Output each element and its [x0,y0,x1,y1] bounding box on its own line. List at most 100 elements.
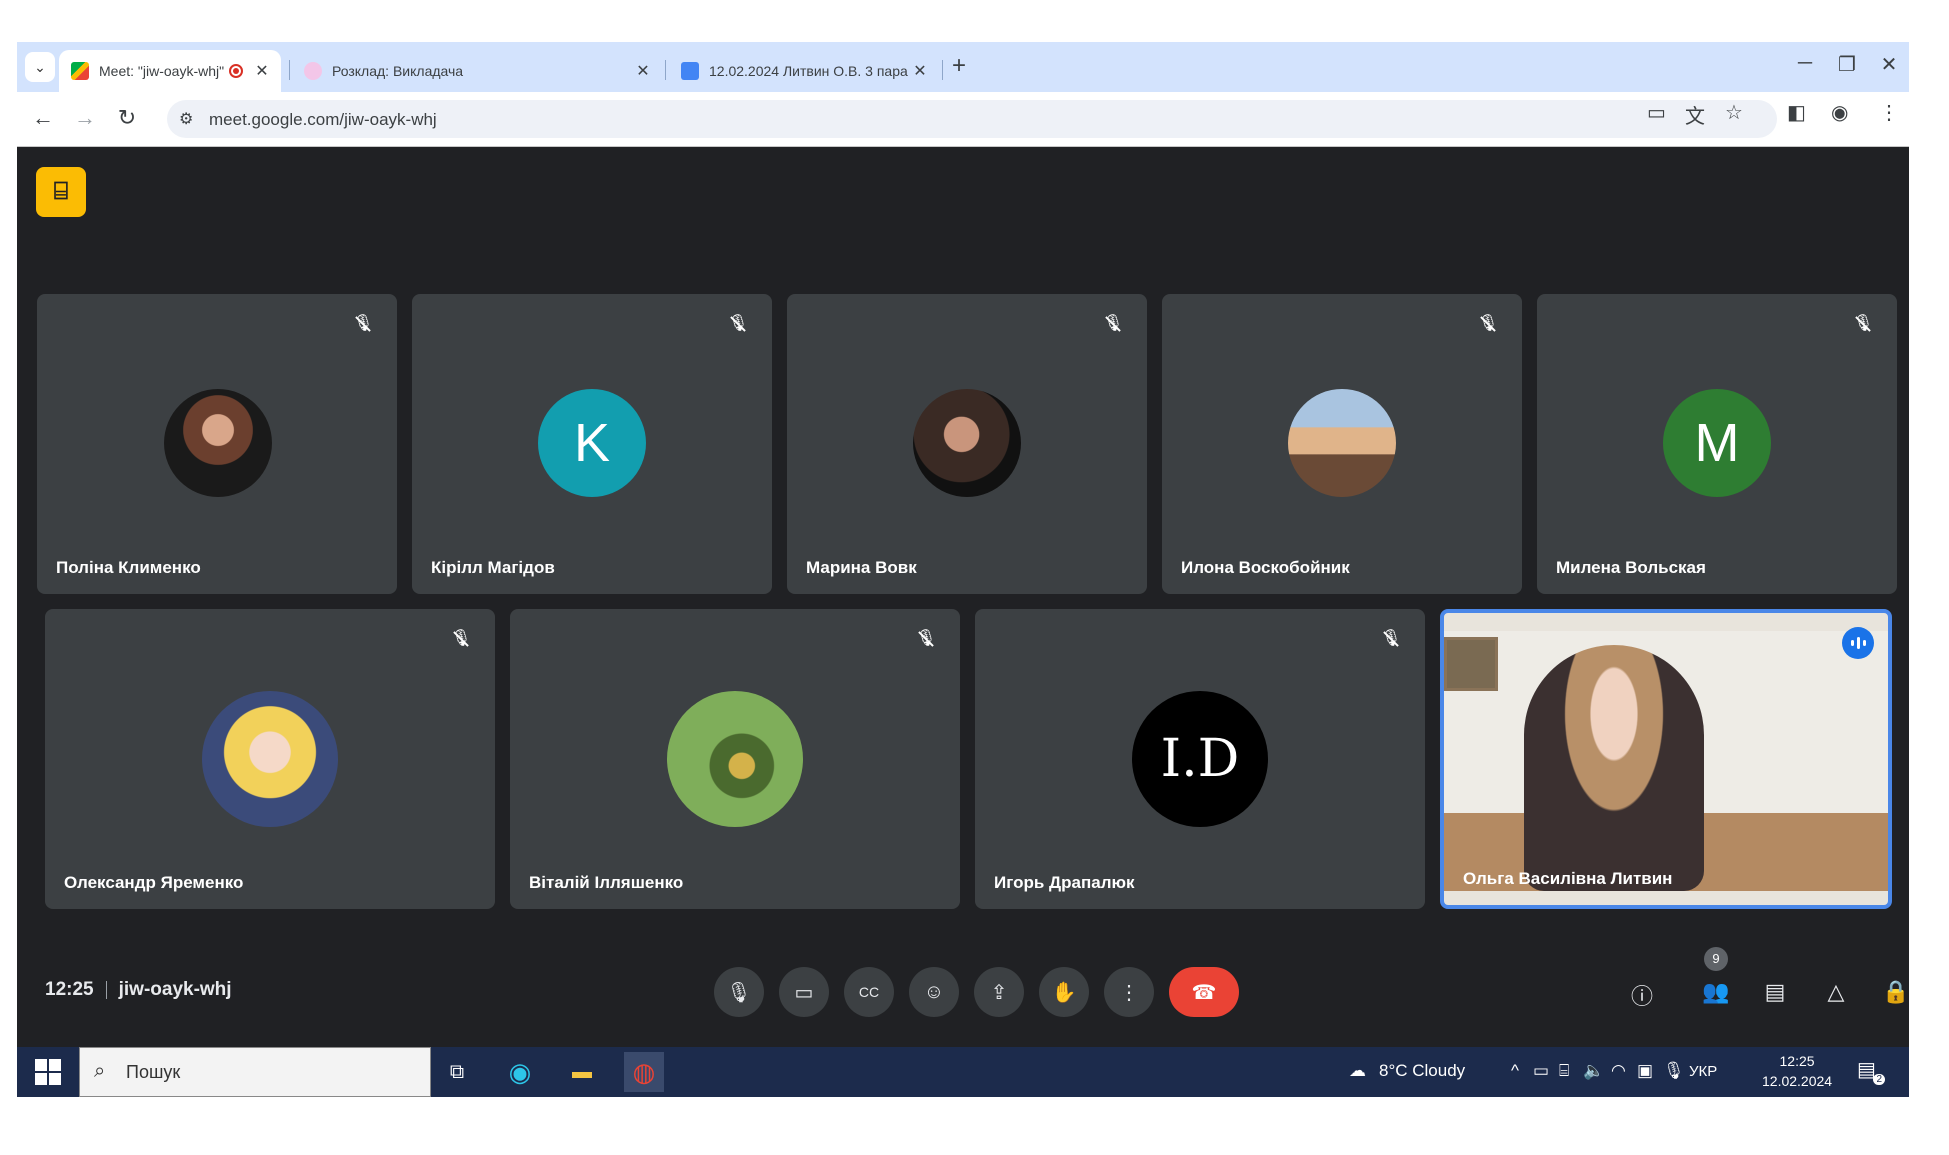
mic-off-icon: 🎙 [1101,312,1125,336]
microphone-button[interactable]: 🎙 [714,967,764,1017]
side-panel-icon[interactable]: ◧ [1787,100,1806,125]
participant-tile[interactable]: 🎙 Илона Воскобойник [1162,294,1522,594]
translate-icon[interactable]: 文 [1685,100,1705,129]
tab-title: 12.02.2024 Литвин О.В. 3 пара [709,63,908,79]
mic-off-icon: 🎙 [726,312,750,336]
wall-picture [1444,637,1498,691]
participant-name: Ольга Василівна Литвин [1463,869,1673,888]
profile-icon[interactable]: ◉ [1831,100,1848,125]
site-info-icon[interactable]: ⚙ [179,109,193,129]
task-view-icon[interactable]: ⧉ [437,1052,477,1092]
close-window-icon[interactable]: ✕ [1869,52,1909,77]
notification-count: 2 [1873,1074,1885,1085]
restore-icon[interactable]: ❐ [1827,52,1867,77]
close-tab-icon[interactable]: ✕ [632,61,654,81]
tab-search-button[interactable]: ⌄ [25,52,55,82]
volume-icon[interactable]: 🔈 [1583,1061,1604,1081]
mic-off-icon: 🎙 [351,312,375,336]
avatar-logo: I.D [1132,691,1268,827]
mic-off-icon: 🎙 [914,627,938,651]
camera-button[interactable]: ▭ [779,967,829,1017]
google-docs-icon [681,62,699,80]
participant-name: Віталій Ілляшенко [529,873,684,892]
windows-taskbar: ⌕ Пошук ⧉ ◉ ▬ ◍ ☁ 8°C Cloudy ^ ▭ ⌸ 🔈 ◠ ▣… [17,1047,1909,1097]
raise-hand-button[interactable]: ✋ [1039,967,1089,1017]
windows-start-icon[interactable] [35,1059,61,1085]
participant-tile[interactable]: 🎙 Олександр Яременко [45,609,495,909]
back-icon[interactable]: ← [29,106,57,130]
clock-date: 12.02.2024 [1762,1073,1833,1089]
leave-call-button[interactable]: ☎ [1169,967,1239,1017]
weather-icon[interactable]: ☁ [1349,1061,1366,1081]
chrome-icon[interactable]: ◍ [624,1052,664,1092]
language-indicator[interactable]: УКР [1689,1063,1717,1080]
tab-separator [665,60,666,80]
microphone-tray-icon[interactable]: 🎙 [1663,1061,1685,1081]
tab-docs[interactable]: 12.02.2024 Литвин О.В. 3 пара ✕ [669,50,939,92]
present-screen-icon: ⇪ [990,981,1008,1004]
activities-icon[interactable]: △ [1820,979,1852,1005]
chat-icon[interactable]: ▤ [1759,979,1791,1005]
people-icon[interactable]: 👥 [1700,979,1732,1005]
tab-separator [289,60,290,80]
captions-icon: CC [858,984,880,1000]
tray-chevron-icon[interactable]: ^ [1511,1061,1519,1081]
participant-name: Олександр Яременко [64,873,244,892]
tab-separator [942,60,943,80]
edge-icon[interactable]: ◉ [500,1052,540,1092]
browser-menu-icon[interactable]: ⋮ [1879,100,1899,125]
new-tab-button[interactable]: + [952,54,966,78]
network-icon[interactable]: ▣ [1637,1061,1653,1081]
reload-icon[interactable]: ↻ [113,106,141,130]
meet-stage: ⌸ 🎙 Поліна Клименко 🎙 K Кірілл Магідов 🎙… [17,147,1909,1047]
forward-icon[interactable]: → [71,106,99,130]
omnibox[interactable]: ⚙ meet.google.com/jiw-oayk-whj [167,100,1777,138]
mic-off-icon: 🎙 [1851,312,1875,336]
file-explorer-icon[interactable]: ▬ [562,1052,602,1092]
more-vert-icon: ⋮ [1119,981,1139,1004]
camera-icon: ▭ [794,981,814,1004]
speaking-indicator-icon [1842,627,1874,659]
meeting-info: 12:25 jiw-oayk-whj [45,979,232,1001]
camera-icon[interactable]: ▭ [1647,100,1666,125]
mic-icon: 🎙 [726,981,752,1004]
present-button[interactable]: ⇪ [974,967,1024,1017]
taskbar-clock[interactable]: 12:25 12.02.2024 [1762,1051,1832,1091]
tab-meet[interactable]: Meet: "jiw-oayk-whj" ✕ [59,50,281,92]
meet-door-icon[interactable]: ⌸ [36,167,86,217]
participant-name: Марина Вовк [806,558,917,577]
meeting-details-icon[interactable]: ⓘ [1626,979,1658,1011]
more-options-button[interactable]: ⋮ [1104,967,1154,1017]
avatar-photo [1288,389,1396,497]
weather-text[interactable]: 8°C Cloudy [1379,1061,1465,1081]
avatar-photo [913,389,1021,497]
wifi-icon[interactable]: ◠ [1611,1061,1626,1081]
device-icon[interactable]: ⌸ [1559,1061,1569,1081]
tab-schedule[interactable]: Розклад: Викладача ✕ [292,50,662,92]
participant-tile[interactable]: 🎙 M Милена Вольская [1537,294,1897,594]
close-tab-icon[interactable]: ✕ [251,61,273,81]
hand-icon: ✋ [1051,981,1077,1004]
battery-icon[interactable]: ▭ [1533,1061,1549,1081]
close-tab-icon[interactable]: ✕ [909,61,931,81]
participant-tile[interactable]: 🎙 K Кірілл Магідов [412,294,772,594]
taskbar-search-input[interactable]: ⌕ Пошук [79,1047,431,1097]
emoji-icon: ☺ [923,980,945,1003]
avatar-photo [202,691,338,827]
browser-tab-strip: ⌄ Meet: "jiw-oayk-whj" ✕ Розклад: Виклад… [17,42,1909,92]
url-text[interactable]: meet.google.com/jiw-oayk-whj [209,110,437,130]
bookmark-star-icon[interactable]: ☆ [1725,100,1743,125]
participant-video-tile[interactable]: Ольга Василівна Литвин [1440,609,1892,909]
captions-button[interactable]: CC [844,967,894,1017]
reactions-button[interactable]: ☺ [909,967,959,1017]
divider [105,980,107,999]
minimize-icon[interactable]: ─ [1785,52,1825,75]
notifications-icon[interactable]: ▤ 2 [1857,1057,1885,1085]
participant-tile[interactable]: 🎙 Віталій Ілляшенко [510,609,960,909]
participant-tile[interactable]: 🎙 I.D Игорь Драпалюк [975,609,1425,909]
search-placeholder: Пошук [126,1062,181,1082]
host-controls-icon[interactable]: 🔒 [1880,979,1909,1005]
google-meet-icon [71,62,89,80]
participant-tile[interactable]: 🎙 Марина Вовк [787,294,1147,594]
participant-tile[interactable]: 🎙 Поліна Клименко [37,294,397,594]
